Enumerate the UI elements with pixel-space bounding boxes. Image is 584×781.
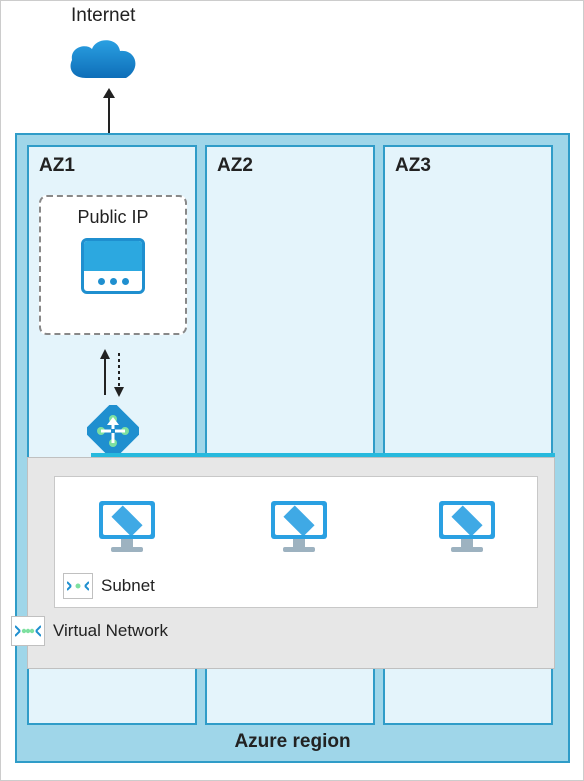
az2-label: AZ2	[217, 155, 253, 177]
load-balancer-icon	[87, 405, 139, 457]
cloud-icon	[64, 33, 144, 88]
azure-region: AZ1 Public IP	[15, 133, 570, 763]
public-ip-icon	[81, 238, 145, 294]
subnet: Subnet	[54, 476, 538, 608]
subnet-tag: Subnet	[63, 573, 155, 599]
vm-icon	[267, 495, 331, 559]
internet-label: Internet	[71, 5, 135, 27]
public-ip-box: Public IP	[39, 195, 187, 335]
virtual-network: Subnet Virtual Network	[27, 457, 555, 669]
vm-icon	[95, 495, 159, 559]
region-label: Azure region	[17, 731, 568, 753]
public-ip-label: Public IP	[77, 207, 148, 228]
subnet-label: Subnet	[101, 576, 155, 596]
arrow-up-icon	[103, 88, 115, 138]
az1-label: AZ1	[39, 155, 75, 177]
bidirectional-arrows-icon	[93, 347, 133, 399]
vnet-label: Virtual Network	[53, 621, 168, 641]
vm-icon	[435, 495, 499, 559]
az3-label: AZ3	[395, 155, 431, 177]
vnet-icon	[11, 616, 45, 646]
vnet-tag: Virtual Network	[11, 616, 168, 646]
diagram-canvas: Internet AZ1 Public IP	[1, 1, 583, 780]
subnet-icon	[63, 573, 93, 599]
